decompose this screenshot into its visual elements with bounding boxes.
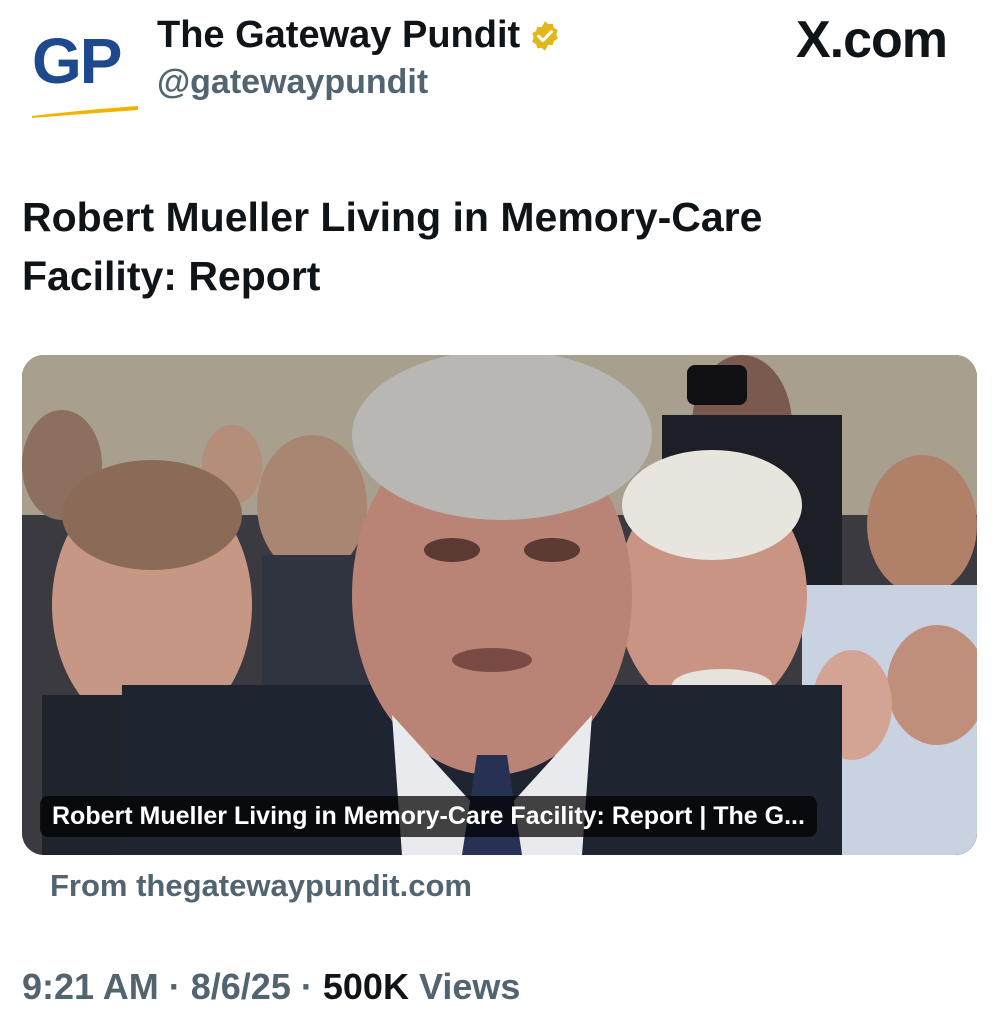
views-count: 500K xyxy=(322,966,409,1007)
post-text: Robert Mueller Living in Memory-Care Fac… xyxy=(22,194,763,299)
post-header: GP The Gateway Pundit @gatewaypundit X.c… xyxy=(0,0,999,140)
author-name-row[interactable]: The Gateway Pundit xyxy=(157,14,562,57)
author-block: The Gateway Pundit @gatewaypundit xyxy=(157,14,562,102)
author-handle[interactable]: @gatewaypundit xyxy=(157,63,562,102)
meta-separator: · xyxy=(168,966,181,1007)
avatar[interactable]: GP xyxy=(22,14,140,124)
meta-separator: · xyxy=(300,966,313,1007)
avatar-logo-text: GP xyxy=(32,25,122,97)
verified-badge-icon xyxy=(532,20,558,51)
display-name[interactable]: The Gateway Pundit xyxy=(157,14,520,57)
card-source-link[interactable]: From thegatewaypundit.com xyxy=(50,868,472,904)
card-image xyxy=(22,355,977,855)
post-date[interactable]: 8/6/25 xyxy=(191,966,291,1007)
post-time[interactable]: 9:21 AM xyxy=(22,966,159,1007)
logo-swoosh-icon xyxy=(32,106,138,118)
link-preview-card[interactable]: Robert Mueller Living in Memory-Care Fac… xyxy=(22,355,977,855)
x-brand-logo: X.com xyxy=(795,11,948,69)
post-meta: 9:21 AM · 8/6/25 · 500K Views xyxy=(22,966,520,1008)
card-caption: Robert Mueller Living in Memory-Care Fac… xyxy=(40,796,817,837)
views-label: Views xyxy=(418,966,521,1007)
